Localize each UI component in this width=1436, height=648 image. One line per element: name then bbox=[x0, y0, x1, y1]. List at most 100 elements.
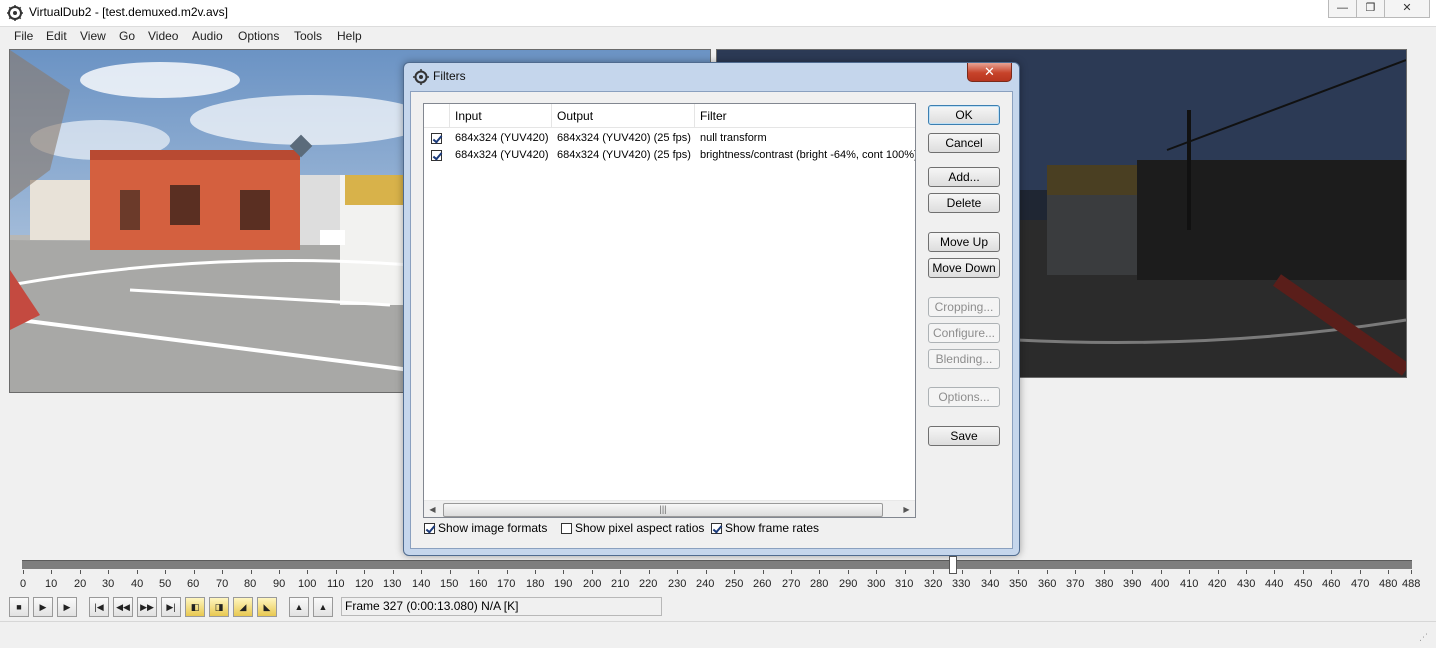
menu-help[interactable]: Help bbox=[337, 29, 362, 43]
timeline-tick-label: 30 bbox=[102, 578, 115, 590]
timeline-tick bbox=[80, 570, 81, 574]
filter-row-checkbox[interactable] bbox=[431, 150, 442, 161]
mark-out-button[interactable]: ◣ bbox=[257, 597, 277, 617]
timeline-tick bbox=[51, 570, 52, 574]
timeline-tick bbox=[336, 570, 337, 574]
timeline-tick-label: 240 bbox=[696, 578, 715, 590]
timeline-tick-label: 350 bbox=[1009, 578, 1028, 590]
show-pixel-aspect-label: Show pixel aspect ratios bbox=[575, 521, 705, 535]
filter-row[interactable]: 684x324 (YUV420) 684x324 (YUV420) (25 fp… bbox=[424, 147, 915, 164]
delete-filter-button[interactable]: Delete bbox=[928, 193, 1000, 213]
dialog-title: Filters bbox=[433, 69, 466, 83]
timeline-track[interactable] bbox=[22, 560, 1412, 569]
timeline-tick-label: 460 bbox=[1322, 578, 1341, 590]
column-filter[interactable]: Filter bbox=[695, 104, 915, 127]
timeline-tick-label: 380 bbox=[1095, 578, 1114, 590]
timeline-tick-label: 230 bbox=[668, 578, 687, 590]
show-frame-rates-checkbox[interactable] bbox=[711, 523, 722, 534]
timeline-tick-label: 110 bbox=[327, 578, 345, 590]
timeline-position-thumb[interactable] bbox=[949, 556, 957, 574]
frame-status: Frame 327 (0:00:13.080) N/A [K] bbox=[341, 597, 662, 616]
timeline-tick bbox=[848, 570, 849, 574]
menu-tools[interactable]: Tools bbox=[294, 29, 322, 43]
filter-row-output: 684x324 (YUV420) (25 fps) bbox=[557, 149, 691, 161]
show-pixel-aspect-checkbox[interactable] bbox=[561, 523, 572, 534]
timeline-tick-label: 20 bbox=[74, 578, 87, 590]
blending-button[interactable]: Blending... bbox=[928, 349, 1000, 369]
mark-in-button[interactable]: ◢ bbox=[233, 597, 253, 617]
close-window-button[interactable]: ✕ bbox=[1384, 0, 1430, 18]
move-up-button[interactable]: Move Up bbox=[928, 232, 1000, 252]
filter-row-checkbox[interactable] bbox=[431, 133, 442, 144]
scroll-right-arrow-icon[interactable]: ▶ bbox=[898, 501, 915, 517]
menu-edit[interactable]: Edit bbox=[46, 29, 67, 43]
timeline-tick bbox=[734, 570, 735, 574]
timeline-tick bbox=[1411, 570, 1412, 574]
mark-sel-end-button[interactable]: ▲ bbox=[313, 597, 333, 617]
start-button[interactable]: |◀ bbox=[89, 597, 109, 617]
save-button[interactable]: Save bbox=[928, 426, 1000, 446]
menu-view[interactable]: View bbox=[80, 29, 106, 43]
cancel-button[interactable]: Cancel bbox=[928, 133, 1000, 153]
horizontal-scrollbar[interactable]: ◀ ||| ▶ bbox=[424, 500, 915, 517]
timeline-tick bbox=[1047, 570, 1048, 574]
timeline-tick bbox=[1246, 570, 1247, 574]
timeline-tick-label: 370 bbox=[1066, 578, 1085, 590]
menu-options[interactable]: Options bbox=[238, 29, 279, 43]
scrollbar-thumb[interactable]: ||| bbox=[443, 503, 883, 517]
minimize-button[interactable]: — bbox=[1328, 0, 1357, 18]
scene-fwd-button[interactable]: ◨ bbox=[209, 597, 229, 617]
show-frame-rates-label: Show frame rates bbox=[725, 521, 820, 535]
options-button[interactable]: Options... bbox=[928, 387, 1000, 407]
timeline-tick-label: 260 bbox=[753, 578, 772, 590]
column-output[interactable]: Output bbox=[552, 104, 695, 127]
timeline-tick bbox=[478, 570, 479, 574]
virtualdub-app-icon bbox=[7, 5, 23, 21]
move-down-button[interactable]: Move Down bbox=[928, 258, 1000, 278]
scene-back-button[interactable]: ◧ bbox=[185, 597, 205, 617]
timeline-tick-label: 360 bbox=[1038, 578, 1057, 590]
timeline-tick bbox=[962, 570, 963, 574]
timeline-tick-label: 120 bbox=[355, 578, 374, 590]
end-button[interactable]: ▶| bbox=[161, 597, 181, 617]
stop-button[interactable]: ■ bbox=[9, 597, 29, 617]
timeline-tick-label: 10 bbox=[45, 578, 58, 590]
prev-key-button[interactable]: ◀◀ bbox=[113, 597, 133, 617]
timeline-tick-label: 70 bbox=[216, 578, 229, 590]
dialog-client-area: Input Output Filter 684x324 (YUV420) 684… bbox=[410, 91, 1013, 549]
filter-list[interactable]: Input Output Filter 684x324 (YUV420) 684… bbox=[423, 103, 916, 518]
timeline-tick bbox=[677, 570, 678, 574]
timeline-tick-label: 250 bbox=[725, 578, 744, 590]
timeline-tick bbox=[1189, 570, 1190, 574]
menu-video[interactable]: Video bbox=[148, 29, 178, 43]
timeline-tick-label: 280 bbox=[810, 578, 829, 590]
timeline-tick bbox=[1132, 570, 1133, 574]
timeline-tick-label: 160 bbox=[469, 578, 488, 590]
play-output-button[interactable]: ▶ bbox=[57, 597, 77, 617]
cropping-button[interactable]: Cropping... bbox=[928, 297, 1000, 317]
maximize-button[interactable]: ❐ bbox=[1356, 0, 1385, 18]
menu-go[interactable]: Go bbox=[119, 29, 135, 43]
dialog-close-button[interactable]: ✕ bbox=[967, 63, 1012, 82]
timeline-tick-label: 0 bbox=[20, 578, 27, 590]
scroll-left-arrow-icon[interactable]: ◀ bbox=[424, 501, 441, 517]
filter-row[interactable]: 684x324 (YUV420) 684x324 (YUV420) (25 fp… bbox=[424, 130, 915, 147]
menu-file[interactable]: File bbox=[14, 29, 33, 43]
timeline-tick-label: 150 bbox=[440, 578, 459, 590]
timeline-tick bbox=[1075, 570, 1076, 574]
resize-grip-icon[interactable]: ⋰ bbox=[1419, 632, 1428, 643]
timeline-tick-label: 130 bbox=[383, 578, 402, 590]
column-checkbox[interactable] bbox=[424, 104, 450, 127]
add-filter-button[interactable]: Add... bbox=[928, 167, 1000, 187]
column-input[interactable]: Input bbox=[450, 104, 552, 127]
filter-row-input: 684x324 (YUV420) bbox=[455, 132, 549, 144]
menu-audio[interactable]: Audio bbox=[192, 29, 223, 43]
next-key-button[interactable]: ▶▶ bbox=[137, 597, 157, 617]
timeline-tick bbox=[364, 570, 365, 574]
play-input-button[interactable]: ▶ bbox=[33, 597, 53, 617]
ok-button[interactable]: OK bbox=[928, 105, 1000, 125]
configure-button[interactable]: Configure... bbox=[928, 323, 1000, 343]
timeline-tick-label: 40 bbox=[131, 578, 144, 590]
mark-sel-start-button[interactable]: ▲ bbox=[289, 597, 309, 617]
show-image-formats-checkbox[interactable] bbox=[424, 523, 435, 534]
